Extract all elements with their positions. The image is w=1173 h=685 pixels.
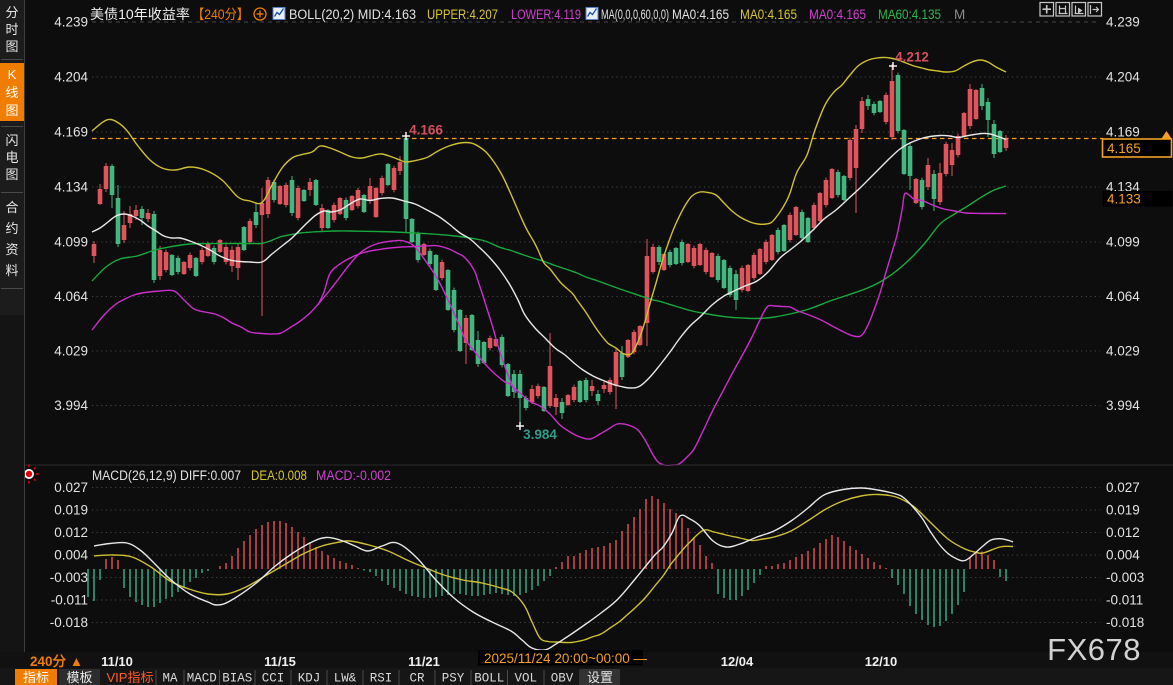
svg-text:UPPER:4.207: UPPER:4.207 (427, 7, 498, 22)
svg-text:MA: MA (162, 672, 178, 685)
svg-text:12/04: 12/04 (721, 654, 754, 669)
svg-text:-0.003: -0.003 (1106, 570, 1144, 585)
svg-text:图: 图 (5, 39, 18, 54)
svg-text:4.165: 4.165 (1107, 141, 1141, 156)
svg-text:4.099: 4.099 (54, 235, 88, 250)
svg-text:线: 线 (5, 85, 18, 100)
svg-text:0.004: 0.004 (54, 548, 88, 563)
svg-text:4.169: 4.169 (54, 125, 88, 140)
svg-text:4.029: 4.029 (1106, 344, 1140, 359)
svg-text:LW&: LW& (334, 672, 357, 685)
svg-text:0.027: 0.027 (54, 480, 88, 495)
svg-text:4.134: 4.134 (54, 180, 88, 195)
svg-text:11/21: 11/21 (408, 654, 440, 669)
svg-text:BOLL(20,2) MID:4.163: BOLL(20,2) MID:4.163 (289, 7, 416, 22)
svg-text:0.012: 0.012 (1106, 525, 1140, 540)
svg-text:4.029: 4.029 (54, 344, 88, 359)
svg-text:4.239: 4.239 (54, 15, 88, 30)
svg-text:OBV: OBV (551, 672, 574, 685)
svg-text:MACD:-0.002: MACD:-0.002 (316, 468, 391, 483)
svg-text:K: K (8, 67, 17, 82)
svg-text:分: 分 (5, 5, 18, 20)
svg-text:PSY: PSY (442, 672, 465, 685)
svg-text:MA0:4.165: MA0:4.165 (740, 7, 797, 22)
svg-text:4.212: 4.212 (895, 50, 929, 65)
svg-text:合: 合 (5, 200, 18, 215)
svg-text:-0.018: -0.018 (1106, 615, 1144, 630)
svg-text:-0.011: -0.011 (1106, 593, 1143, 608)
svg-text:4.064: 4.064 (1106, 289, 1140, 304)
svg-text:MACD(26,12,9) DIFF:0.007: MACD(26,12,9) DIFF:0.007 (92, 468, 241, 483)
svg-text:CR: CR (409, 672, 425, 685)
svg-text:【240分】: 【240分】 (192, 7, 249, 22)
svg-text:MA0:4.165: MA0:4.165 (672, 7, 729, 22)
svg-text:资: 资 (5, 242, 18, 257)
svg-text:MACD: MACD (187, 672, 217, 685)
svg-text:BIAS: BIAS (222, 672, 252, 685)
svg-text:4.133: 4.133 (1107, 192, 1141, 207)
svg-text:11/10: 11/10 (101, 654, 133, 669)
svg-text:3.994: 3.994 (1106, 398, 1140, 413)
svg-text:时: 时 (5, 22, 18, 37)
svg-text:-0.003: -0.003 (50, 570, 88, 585)
svg-text:CCI: CCI (262, 672, 285, 685)
svg-text:MA60:4.135: MA60:4.135 (878, 7, 941, 22)
svg-text:闪: 闪 (5, 133, 18, 148)
svg-text:电: 电 (5, 150, 18, 165)
svg-text:图: 图 (5, 167, 18, 182)
svg-text:料: 料 (5, 263, 18, 278)
svg-text:4.166: 4.166 (409, 123, 443, 138)
svg-text:0.019: 0.019 (1106, 503, 1140, 518)
svg-text:4.169: 4.169 (1106, 125, 1140, 140)
svg-text:MA0:4.165: MA0:4.165 (809, 7, 866, 22)
svg-text:指标: 指标 (23, 670, 49, 685)
svg-text:VIP指标: VIP指标 (107, 670, 154, 685)
svg-text:DEA:0.008: DEA:0.008 (251, 468, 307, 483)
svg-text:约: 约 (5, 221, 18, 236)
svg-text:LOWER:4.119: LOWER:4.119 (511, 7, 581, 22)
svg-text:12/10: 12/10 (865, 654, 898, 669)
svg-text:KDJ: KDJ (298, 672, 321, 685)
svg-text:RSI: RSI (370, 672, 393, 685)
svg-text:0.004: 0.004 (1106, 548, 1140, 563)
svg-text:0.027: 0.027 (1106, 480, 1140, 495)
svg-text:2025/11/24 20:00~00:00 —: 2025/11/24 20:00~00:00 — (484, 651, 648, 666)
svg-text:-0.018: -0.018 (50, 615, 88, 630)
svg-text:4.204: 4.204 (1106, 70, 1140, 85)
svg-text:MA(0,0,0,60,0,0): MA(0,0,0,60,0,0) (601, 7, 669, 22)
svg-text:3.984: 3.984 (523, 427, 557, 442)
svg-text:FX678: FX678 (1047, 632, 1141, 667)
svg-text:模板: 模板 (66, 670, 92, 685)
svg-text:BOLL: BOLL (474, 672, 504, 685)
svg-text:4.204: 4.204 (54, 70, 88, 85)
svg-text:4.064: 4.064 (54, 289, 88, 304)
svg-text:240分 ▲: 240分 ▲ (30, 654, 83, 669)
svg-text:美债10年收益率: 美债10年收益率 (90, 6, 190, 22)
svg-text:VOL: VOL (515, 672, 538, 685)
svg-text:4.239: 4.239 (1106, 15, 1140, 30)
svg-text:4.099: 4.099 (1106, 235, 1140, 250)
svg-text:M: M (954, 7, 965, 22)
svg-text:图: 图 (5, 103, 18, 118)
svg-text:-0.011: -0.011 (51, 593, 88, 608)
svg-text:设置: 设置 (587, 670, 613, 685)
svg-text:0.019: 0.019 (54, 503, 88, 518)
svg-text:0.012: 0.012 (54, 525, 88, 540)
svg-text:11/15: 11/15 (264, 654, 296, 669)
svg-text:3.994: 3.994 (54, 398, 88, 413)
